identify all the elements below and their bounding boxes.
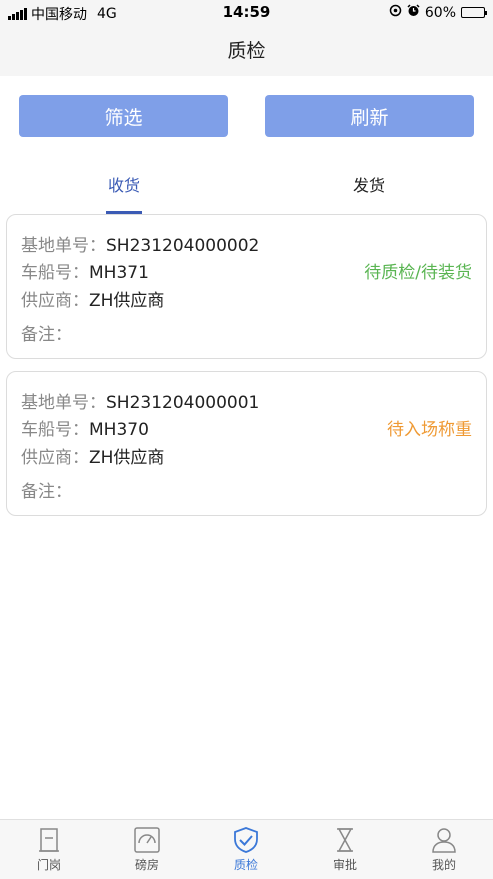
base-number-value: SH231204000002 (106, 236, 260, 256)
page-title: 质检 (0, 26, 493, 76)
base-number-row: 基地单号：SH231204000001 (21, 388, 259, 413)
battery-icon (461, 7, 487, 18)
status-badge: 待入场称重 (387, 420, 472, 440)
remark-label: 备注： (21, 482, 72, 502)
supplier-value: ZH供应商 (89, 448, 165, 468)
vehicle-row: 车船号：MH371 (21, 258, 149, 283)
status-right: 60% (389, 4, 487, 21)
supplier-label: 供应商： (21, 291, 89, 311)
filter-button[interactable]: 筛选 (19, 95, 228, 137)
tabbar-label: 审批 (332, 858, 357, 872)
vehicle-row: 车船号：MH370 (21, 415, 149, 440)
tabbar-item-mine[interactable]: 我的 (409, 826, 479, 873)
tab-receive[interactable]: 收货 (64, 172, 184, 196)
tab-bar: 收货 发货 (0, 160, 493, 214)
vehicle-label: 车船号： (21, 420, 89, 440)
hourglass-icon (310, 826, 380, 854)
supplier-row: 供应商：ZH供应商 (21, 443, 164, 468)
record-card[interactable]: 基地单号：SH231204000001 车船号：MH370 供应商：ZH供应商 … (6, 371, 487, 516)
tabbar-item-approval[interactable]: 审批 (310, 826, 380, 873)
orientation-lock-icon (389, 4, 402, 21)
status-bar: 中国移动 4G 14:59 60% (0, 0, 493, 26)
scale-icon (112, 826, 182, 854)
vehicle-value: MH370 (89, 420, 149, 440)
remark-row: 备注： (21, 477, 72, 502)
tabbar-label: 我的 (431, 858, 456, 872)
base-number-row: 基地单号：SH231204000002 (21, 231, 259, 256)
vehicle-value: MH371 (89, 263, 149, 283)
tab-ship[interactable]: 发货 (309, 172, 429, 196)
record-card[interactable]: 基地单号：SH231204000002 车船号：MH371 供应商：ZH供应商 … (6, 214, 487, 359)
tabbar-label: 门岗 (36, 858, 61, 872)
shield-check-icon (211, 826, 281, 854)
tabbar-item-gate[interactable]: 门岗 (14, 826, 84, 873)
tabbar-label: 质检 (233, 858, 258, 872)
supplier-value: ZH供应商 (89, 291, 165, 311)
alarm-icon (407, 4, 420, 21)
base-number-label: 基地单号： (21, 236, 106, 256)
tabbar-item-scale[interactable]: 磅房 (112, 826, 182, 873)
supplier-label: 供应商： (21, 448, 89, 468)
remark-label: 备注： (21, 325, 72, 345)
bottom-tab-bar: 门岗 磅房 质检 审批 我的 (0, 819, 493, 879)
base-number-value: SH231204000001 (106, 393, 260, 413)
refresh-button[interactable]: 刷新 (265, 95, 474, 137)
tabbar-label: 磅房 (134, 858, 159, 872)
battery-percent: 60% (424, 4, 456, 21)
supplier-row: 供应商：ZH供应商 (21, 286, 164, 311)
gate-icon (14, 826, 84, 854)
user-icon (409, 826, 479, 854)
base-number-label: 基地单号： (21, 393, 106, 413)
remark-row: 备注： (21, 320, 72, 345)
tabbar-item-quality[interactable]: 质检 (211, 826, 281, 873)
vehicle-label: 车船号： (21, 263, 89, 283)
status-badge: 待质检/待装货 (364, 263, 472, 283)
